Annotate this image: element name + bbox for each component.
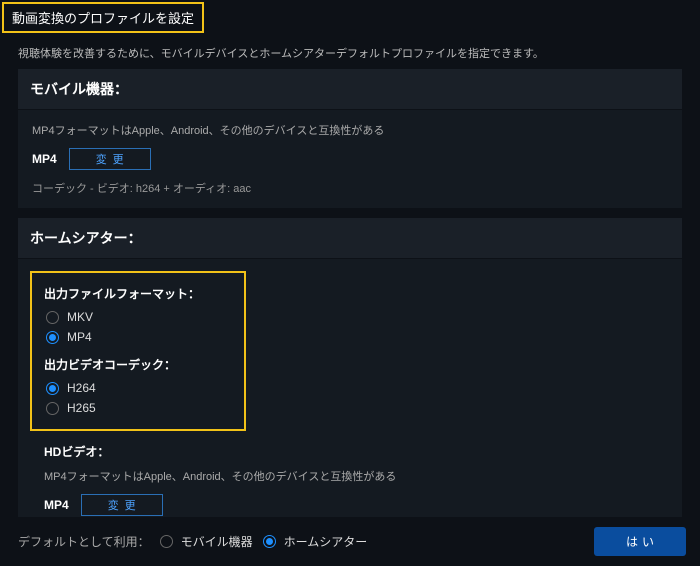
radio-mkv[interactable]: MKV bbox=[46, 310, 232, 324]
default-use-label: デフォルトとして利用： bbox=[18, 533, 150, 550]
theater-section-header: ホームシアター： bbox=[18, 218, 682, 258]
radio-default-mobile[interactable]: モバイル機器 bbox=[160, 533, 253, 550]
radio-icon bbox=[46, 402, 59, 415]
mobile-section-body: MP4フォーマットはApple、Android、その他のデバイスと互換性がある … bbox=[18, 110, 682, 208]
radio-label: MP4 bbox=[67, 330, 92, 344]
output-codec-label: 出力ビデオコーデック： bbox=[44, 356, 232, 373]
dialog-footer: デフォルトとして利用： モバイル機器 ホームシアター はい bbox=[0, 517, 700, 566]
mobile-change-button[interactable]: 変更 bbox=[69, 148, 151, 170]
radio-label: H264 bbox=[67, 381, 96, 395]
hd-change-button[interactable]: 変更 bbox=[81, 494, 163, 516]
hd-format-label: MP4 bbox=[44, 498, 69, 512]
mobile-codec-line: コーデック - ビデオ: h264 + オーディオ: aac bbox=[32, 180, 668, 196]
settings-panel: モバイル機器： MP4フォーマットはApple、Android、その他のデバイス… bbox=[18, 69, 682, 554]
theater-section-body: 出力ファイルフォーマット： MKV MP4 出力ビデオコーデック： H264 bbox=[18, 259, 682, 554]
radio-h264[interactable]: H264 bbox=[46, 381, 232, 395]
radio-label: H265 bbox=[67, 401, 96, 415]
radio-icon bbox=[263, 535, 276, 548]
mobile-section-header: モバイル機器： bbox=[18, 69, 682, 109]
yes-button[interactable]: はい bbox=[594, 527, 686, 556]
radio-label: モバイル機器 bbox=[181, 533, 253, 550]
mobile-format-label: MP4 bbox=[32, 152, 57, 166]
radio-label: MKV bbox=[67, 310, 93, 324]
hd-video-desc: MP4フォーマットはApple、Android、その他のデバイスと互換性がある bbox=[44, 468, 668, 484]
radio-icon bbox=[46, 331, 59, 344]
radio-icon bbox=[46, 311, 59, 324]
radio-default-theater[interactable]: ホームシアター bbox=[263, 533, 368, 550]
theater-highlight-box: 出力ファイルフォーマット： MKV MP4 出力ビデオコーデック： H264 bbox=[30, 271, 246, 431]
radio-h265[interactable]: H265 bbox=[46, 401, 232, 415]
output-format-label: 出力ファイルフォーマット： bbox=[44, 285, 232, 302]
hd-format-row: MP4 変更 bbox=[44, 494, 668, 516]
radio-icon bbox=[46, 382, 59, 395]
dialog-subtitle: 視聴体験を改善するために、モバイルデバイスとホームシアターデフォルトプロファイル… bbox=[0, 33, 700, 69]
settings-dialog: 動画変換のプロファイルを設定 視聴体験を改善するために、モバイルデバイスとホーム… bbox=[0, 0, 700, 566]
dialog-title: 動画変換のプロファイルを設定 bbox=[2, 2, 204, 33]
hd-video-header: HDビデオ： bbox=[44, 443, 668, 460]
mobile-desc: MP4フォーマットはApple、Android、その他のデバイスと互換性がある bbox=[32, 122, 668, 138]
radio-label: ホームシアター bbox=[284, 533, 368, 550]
mobile-format-row: MP4 変更 bbox=[32, 148, 668, 170]
radio-mp4[interactable]: MP4 bbox=[46, 330, 232, 344]
radio-icon bbox=[160, 535, 173, 548]
